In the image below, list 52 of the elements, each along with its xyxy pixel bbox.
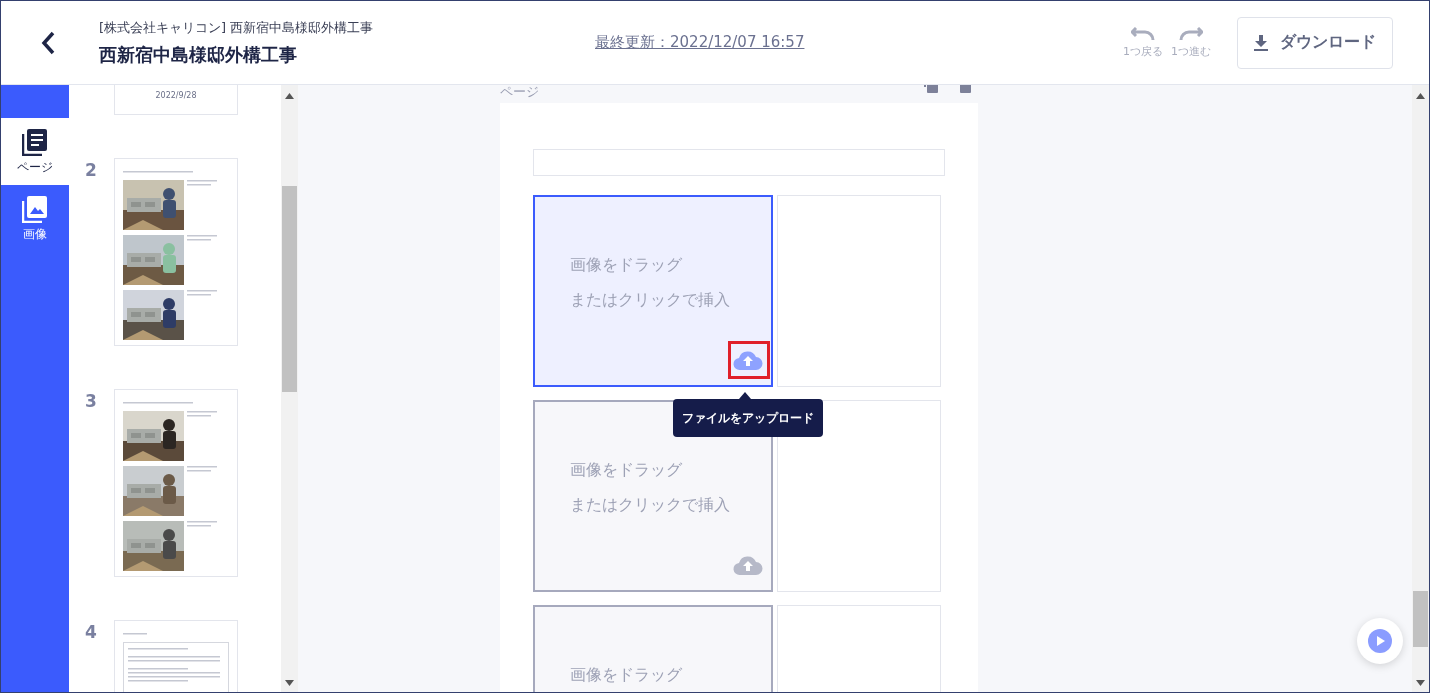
scroll-thumb[interactable] — [1413, 591, 1428, 647]
copy-icon[interactable] — [924, 85, 938, 95]
book-icon — [22, 127, 48, 156]
drop-hint: またはクリックで挿入 — [570, 290, 731, 311]
download-icon — [1254, 34, 1268, 51]
page-label: ページ — [500, 85, 539, 101]
sidebar-tab[interactable]: 画像 — [1, 185, 69, 252]
text-lines-drawing — [123, 171, 193, 175]
page-number: 2 — [85, 159, 98, 180]
scroll-up-icon — [1416, 93, 1425, 99]
text-lines-drawing — [187, 411, 217, 419]
text-lines-drawing — [123, 633, 147, 637]
scrollbar[interactable] — [1412, 85, 1429, 692]
text-lines-drawing — [123, 402, 193, 406]
scrollbar[interactable] — [281, 85, 298, 692]
upload-button[interactable] — [733, 554, 763, 576]
text-lines-drawing — [187, 180, 217, 188]
text-lines-drawing — [187, 235, 217, 243]
image-icon — [22, 194, 48, 223]
text-lines-drawing — [187, 521, 217, 529]
scroll-down-icon — [285, 680, 294, 686]
delete-icon[interactable] — [960, 85, 971, 95]
page-number: 4 — [85, 621, 98, 642]
page-thumbnail[interactable] — [114, 158, 238, 346]
text-lines-drawing — [187, 466, 217, 474]
cloud-upload-icon — [733, 349, 763, 371]
scroll-up-icon — [285, 93, 294, 99]
caption-area[interactable] — [777, 400, 941, 592]
project-subtitle: [株式会社キャリコン] 西新宿中島様邸外構工事 — [99, 18, 375, 37]
page-thumbnail[interactable]: 2022/9/28 — [114, 85, 238, 115]
scroll-thumb[interactable] — [282, 186, 297, 392]
highlight-frame — [728, 341, 770, 379]
title-input-field[interactable] — [533, 149, 945, 176]
drop-hint: 画像をドラッグ — [570, 460, 683, 481]
drop-hint: 画像をドラッグ — [570, 665, 683, 686]
scroll-down-icon — [1416, 680, 1425, 686]
page-thumbnail[interactable] — [114, 389, 238, 577]
undo-icon — [1131, 26, 1155, 42]
sidebar-tab[interactable]: ページ — [1, 118, 69, 185]
drop-hint: またはクリックで挿入 — [570, 495, 731, 516]
back-icon[interactable] — [41, 30, 55, 55]
download-button[interactable]: ダウンロード — [1237, 16, 1393, 69]
page-number: 3 — [85, 390, 98, 411]
text-lines-drawing — [187, 290, 217, 298]
drop-hint: 画像をドラッグ — [570, 255, 683, 276]
cover-date: 2022/9/28 — [154, 91, 198, 100]
play-icon — [1368, 629, 1392, 653]
cloud-upload-icon — [733, 554, 763, 576]
last-updated-link[interactable]: 最終更新：2022/12/07 16:57 — [595, 33, 805, 52]
upload-button[interactable] — [733, 349, 763, 371]
project-title: 西新宿中島様邸外構工事 — [99, 42, 298, 67]
redo-icon — [1179, 26, 1203, 42]
